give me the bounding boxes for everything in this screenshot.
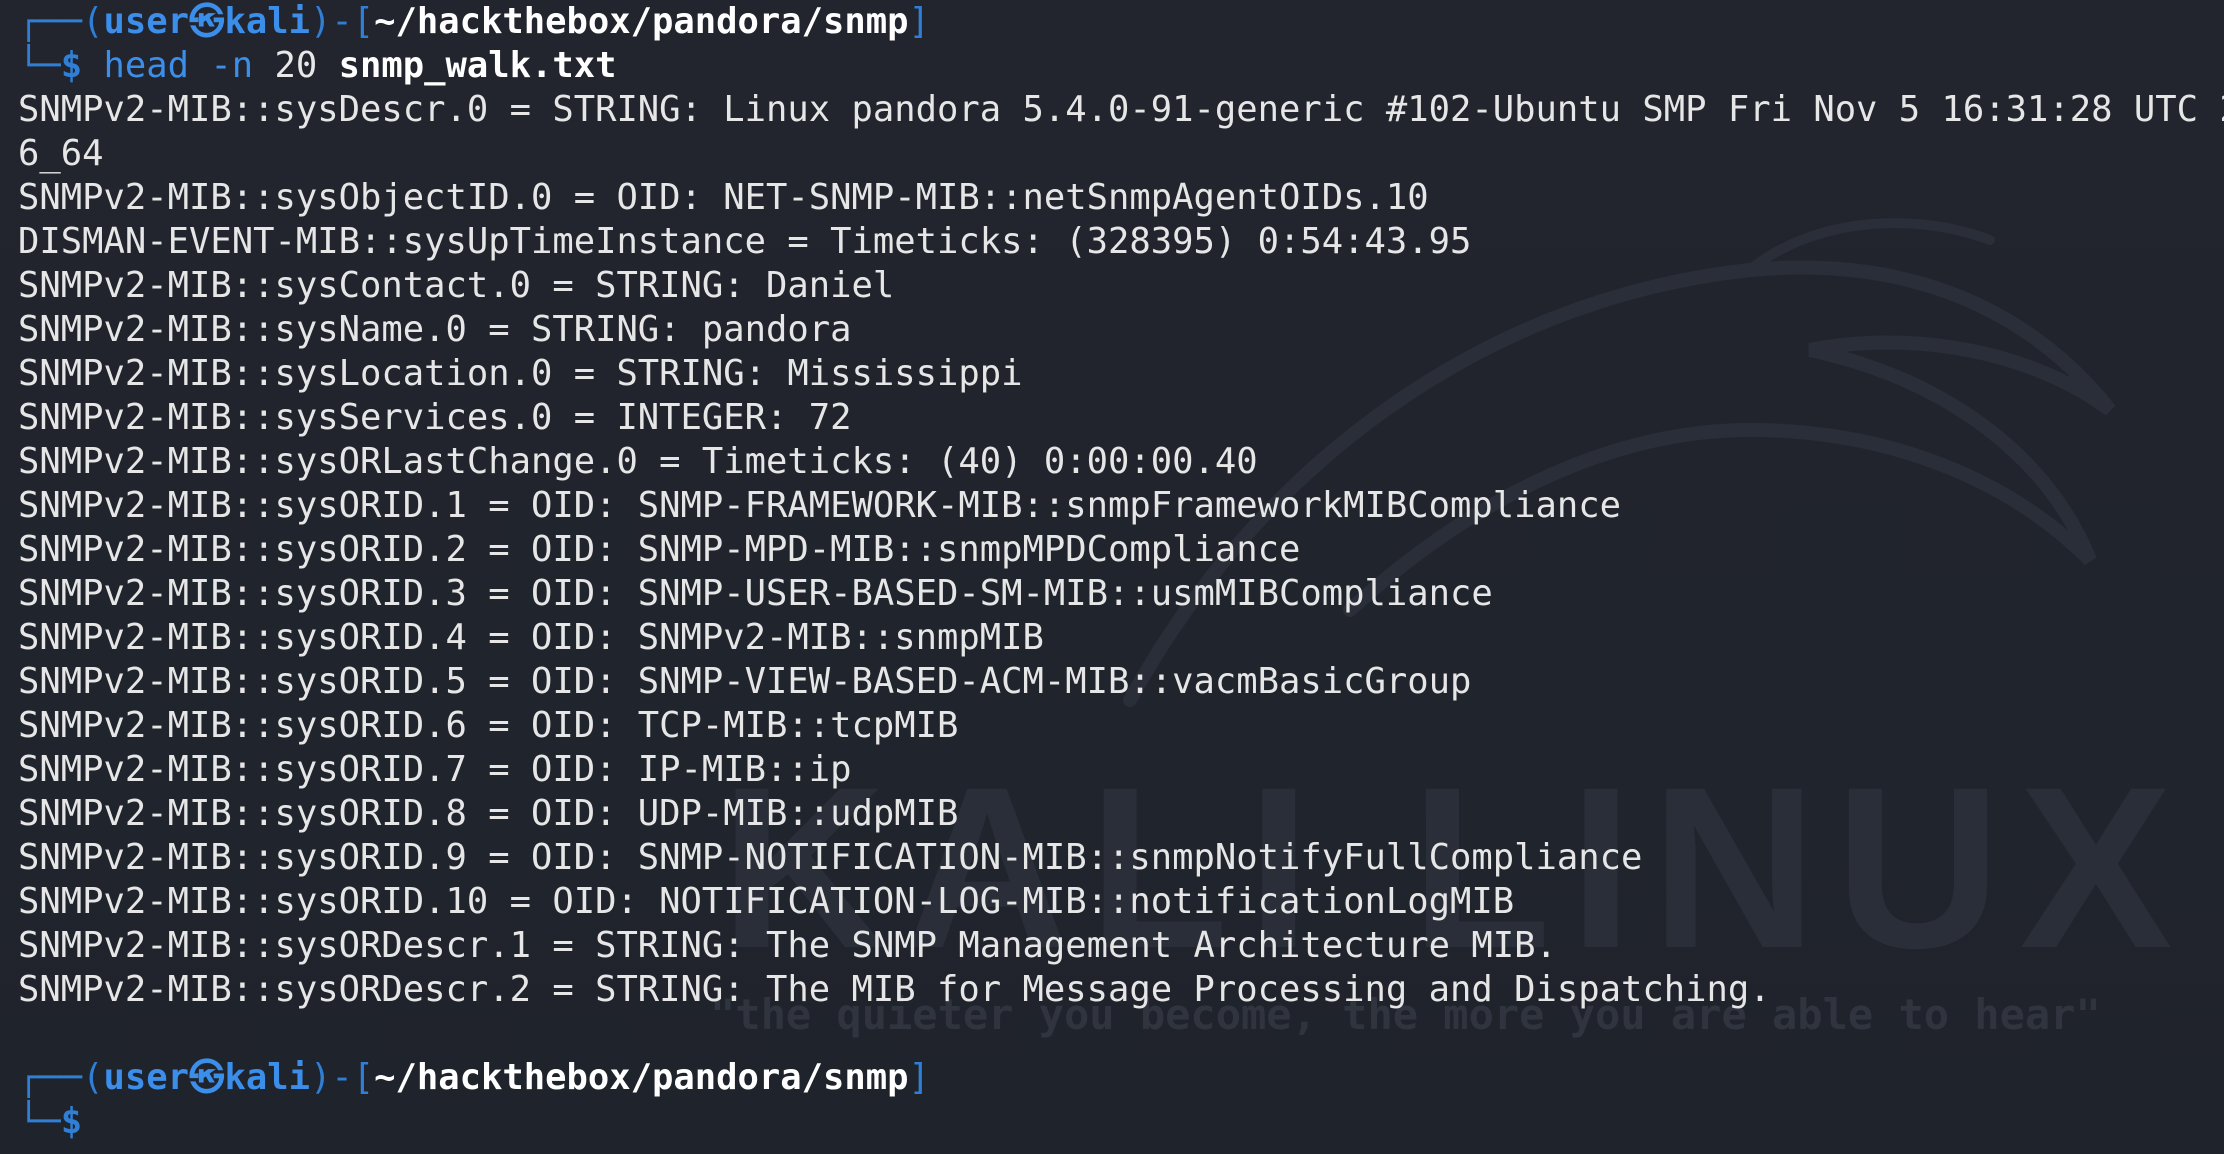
- output-line: SNMPv2-MIB::sysORID.8 = OID: UDP-MIB::ud…: [18, 793, 959, 834]
- output-line: SNMPv2-MIB::sysORID.4 = OID: SNMPv2-MIB:…: [18, 617, 1044, 658]
- prompt-user: user: [103, 1, 190, 42]
- output-line: SNMPv2-MIB::sysName.0 = STRING: pandora: [18, 309, 852, 350]
- output-line: SNMPv2-MIB::sysORID.3 = OID: SNMP-USER-B…: [18, 573, 1493, 614]
- command-line: └─$ head -n 20 snmp_walk.txt: [18, 44, 2218, 88]
- command-file: snmp_walk.txt: [338, 45, 617, 86]
- command-name: head: [103, 45, 190, 86]
- terminal-content: ┌──(user㉿kali)-[~/hackthebox/pandora/snm…: [18, 0, 2224, 1144]
- output-line: SNMPv2-MIB::sysORLastChange.0 = Timetick…: [18, 441, 1258, 482]
- output-line: 6_64: [18, 133, 104, 174]
- output-line: SNMPv2-MIB::sysORID.10 = OID: NOTIFICATI…: [18, 881, 1515, 922]
- output-line: SNMPv2-MIB::sysLocation.0 = STRING: Miss…: [18, 353, 1023, 394]
- skull-icon: ㉿: [189, 1057, 225, 1098]
- output-line: DISMAN-EVENT-MIB::sysUpTimeInstance = Ti…: [18, 221, 1472, 262]
- output-line: SNMPv2-MIB::sysORID.2 = OID: SNMP-MPD-MI…: [18, 529, 1301, 570]
- output-line: SNMPv2-MIB::sysORID.9 = OID: SNMP-NOTIFI…: [18, 837, 1643, 878]
- prompt-separator: )-[: [310, 1, 375, 42]
- prompt-user: user: [103, 1057, 190, 1098]
- prompt-line: ┌──(user㉿kali)-[~/hackthebox/pandora/snm…: [18, 0, 2218, 44]
- output-line: SNMPv2-MIB::sysORID.6 = OID: TCP-MIB::tc…: [18, 705, 959, 746]
- output-line: SNMPv2-MIB::sysContact.0 = STRING: Danie…: [18, 265, 895, 306]
- output-line: SNMPv2-MIB::sysORDescr.2 = STRING: The M…: [18, 969, 1771, 1010]
- prompt-box-top: ┌──(: [18, 1, 104, 42]
- prompt-bracket-close: ]: [908, 1057, 930, 1098]
- output-line: SNMPv2-MIB::sysObjectID.0 = OID: NET-SNM…: [18, 177, 1429, 218]
- prompt-host: kali: [224, 1057, 311, 1098]
- output-line: SNMPv2-MIB::sysServices.0 = INTEGER: 72: [18, 397, 852, 438]
- prompt-box-bottom: └─: [18, 45, 61, 86]
- prompt-box-top: ┌──(: [18, 1057, 104, 1098]
- prompt-line: ┌──(user㉿kali)-[~/hackthebox/pandora/snm…: [18, 1056, 2218, 1100]
- prompt-box-bottom: └─: [18, 1101, 61, 1142]
- output-line: SNMPv2-MIB::sysORID.1 = OID: SNMP-FRAMEW…: [18, 485, 1621, 526]
- command-flag: -n: [210, 45, 254, 86]
- output-line: SNMPv2-MIB::sysORDescr.1 = STRING: The S…: [18, 925, 1557, 966]
- command-count: 20: [274, 45, 318, 86]
- input-line[interactable]: └─$: [18, 1100, 2218, 1144]
- prompt-host: kali: [224, 1, 311, 42]
- command-output: SNMPv2-MIB::sysDescr.0 = STRING: Linux p…: [18, 88, 2224, 1012]
- skull-icon: ㉿: [189, 1, 225, 42]
- output-line: SNMPv2-MIB::sysDescr.0 = STRING: Linux p…: [18, 89, 2224, 130]
- prompt-dollar: $: [60, 45, 83, 86]
- output-line: SNMPv2-MIB::sysORID.5 = OID: SNMP-VIEW-B…: [18, 661, 1472, 702]
- prompt-path: ~/hackthebox/pandora/snmp: [374, 1, 909, 42]
- terminal-window[interactable]: KALI LINUX "the quieter you become, the …: [0, 0, 2224, 1154]
- output-line: SNMPv2-MIB::sysORID.7 = OID: IP-MIB::ip: [18, 749, 852, 790]
- prompt-dollar: $: [60, 1101, 83, 1142]
- prompt-path: ~/hackthebox/pandora/snmp: [374, 1057, 909, 1098]
- prompt-bracket-close: ]: [908, 1, 930, 42]
- prompt-separator: )-[: [310, 1057, 375, 1098]
